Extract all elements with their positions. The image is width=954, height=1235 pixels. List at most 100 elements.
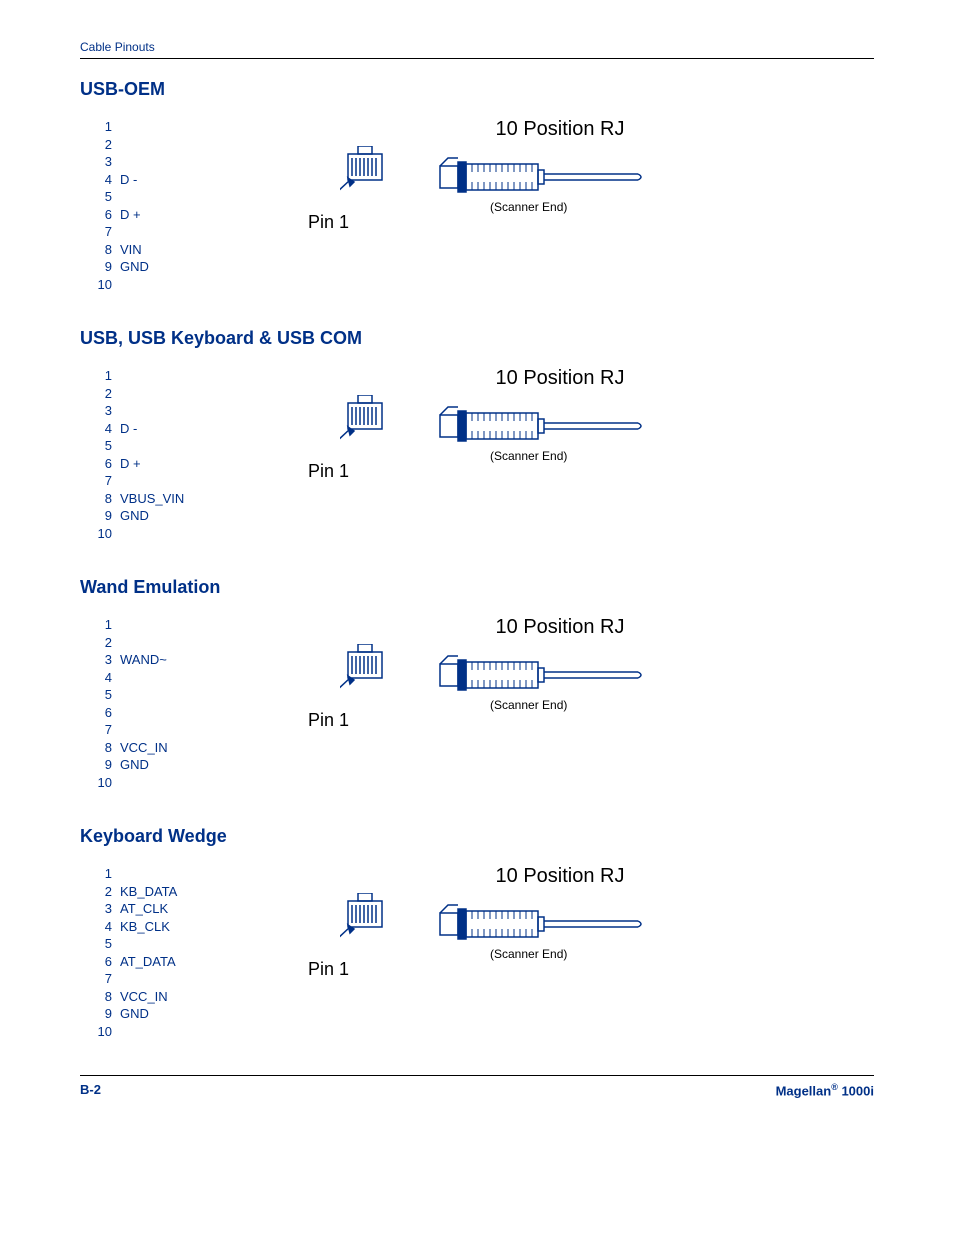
rj-plug-icon <box>340 644 400 714</box>
pinout-block: 123WAND~45678VCC_IN9GND10 10 Position RJ <box>80 616 874 796</box>
pin1-label: Pin 1 <box>308 959 349 980</box>
diagram-area: 10 Position RJ <box>210 367 874 547</box>
pin-number: 3 <box>90 900 120 918</box>
product-name: Magellan® 1000i <box>776 1082 874 1098</box>
pin-row: 3AT_CLK <box>90 900 210 918</box>
pin-number: 4 <box>90 171 120 189</box>
pin-name: D - <box>120 171 137 189</box>
pin-row: 9GND <box>90 756 210 774</box>
pin-name: GND <box>120 507 149 525</box>
scanner-end-label: (Scanner End) <box>490 200 567 214</box>
rj-jack-icon <box>438 899 658 949</box>
pin-number: 5 <box>90 188 120 206</box>
pin-row: 9GND <box>90 1005 210 1023</box>
pin-number: 10 <box>90 276 120 294</box>
pin-number: 6 <box>90 953 120 971</box>
pin-row: 4KB_CLK <box>90 918 210 936</box>
pin-row: 9GND <box>90 258 210 276</box>
pin-number: 6 <box>90 704 120 722</box>
pin-row: 10 <box>90 1023 210 1041</box>
pin-row: 2KB_DATA <box>90 883 210 901</box>
pin-row: 3WAND~ <box>90 651 210 669</box>
rj-jack-icon <box>438 650 658 700</box>
rj-plug-icon <box>340 146 400 216</box>
pin-name: VIN <box>120 241 142 259</box>
pin-name: GND <box>120 1005 149 1023</box>
pin1-label: Pin 1 <box>308 710 349 731</box>
diagram-title: 10 Position RJ <box>430 616 690 639</box>
pin-row: 6D + <box>90 455 210 473</box>
rj-plug-icon <box>340 893 400 963</box>
pin-number: 9 <box>90 756 120 774</box>
pin-row: 2 <box>90 634 210 652</box>
pin-row: 8VIN <box>90 241 210 259</box>
pin-name: WAND~ <box>120 651 167 669</box>
pin-row: 1 <box>90 616 210 634</box>
pin-number: 3 <box>90 651 120 669</box>
pin-row: 5 <box>90 188 210 206</box>
pin-row: 7 <box>90 970 210 988</box>
pin-name: VBUS_VIN <box>120 490 184 508</box>
pin-number: 7 <box>90 472 120 490</box>
pin-list: 12KB_DATA3AT_CLK4KB_CLK56AT_DATA78VCC_IN… <box>80 865 210 1040</box>
pin-number: 7 <box>90 721 120 739</box>
pin-number: 2 <box>90 634 120 652</box>
pin-row: 6 <box>90 704 210 722</box>
pin1-label: Pin 1 <box>308 212 349 233</box>
pin-number: 10 <box>90 525 120 543</box>
pin-row: 3 <box>90 402 210 420</box>
pin-name: D + <box>120 206 141 224</box>
pin-number: 2 <box>90 883 120 901</box>
pin-row: 4 <box>90 669 210 687</box>
pin-name: D + <box>120 455 141 473</box>
pin-number: 7 <box>90 223 120 241</box>
pin-number: 5 <box>90 686 120 704</box>
pin-row: 1 <box>90 367 210 385</box>
pin-row: 7 <box>90 223 210 241</box>
pin-number: 7 <box>90 970 120 988</box>
pin-row: 9GND <box>90 507 210 525</box>
pin-row: 2 <box>90 136 210 154</box>
pin-row: 8VCC_IN <box>90 988 210 1006</box>
pin-number: 6 <box>90 455 120 473</box>
pin-name: AT_CLK <box>120 900 168 918</box>
pin-row: 7 <box>90 472 210 490</box>
pin-number: 9 <box>90 258 120 276</box>
pin-list: 1234D -56D +78VIN9GND10 <box>80 118 210 293</box>
diagram-title: 10 Position RJ <box>430 367 690 390</box>
pin-number: 8 <box>90 490 120 508</box>
pin-row: 8VCC_IN <box>90 739 210 757</box>
rj-jack-icon <box>438 401 658 451</box>
pin-name: KB_DATA <box>120 883 177 901</box>
pin-number: 3 <box>90 402 120 420</box>
pin-number: 5 <box>90 437 120 455</box>
pin-name: GND <box>120 258 149 276</box>
pin-name: D - <box>120 420 137 438</box>
pin-row: 1 <box>90 118 210 136</box>
diagram-area: 10 Position RJ <box>210 616 874 796</box>
pin-number: 8 <box>90 739 120 757</box>
pin-row: 2 <box>90 385 210 403</box>
pin-row: 5 <box>90 686 210 704</box>
section-title: Keyboard Wedge <box>80 826 874 847</box>
pin-number: 1 <box>90 865 120 883</box>
pin-row: 8VBUS_VIN <box>90 490 210 508</box>
product-name-a: Magellan <box>776 1083 832 1098</box>
scanner-end-label: (Scanner End) <box>490 698 567 712</box>
pin-number: 2 <box>90 385 120 403</box>
diagram-area: 10 Position RJ <box>210 865 874 1045</box>
pin-number: 5 <box>90 935 120 953</box>
pin1-label: Pin 1 <box>308 461 349 482</box>
pin-number: 9 <box>90 507 120 525</box>
pin-row: 10 <box>90 774 210 792</box>
pin-number: 8 <box>90 988 120 1006</box>
scanner-end-label: (Scanner End) <box>490 947 567 961</box>
pin-number: 6 <box>90 206 120 224</box>
pin-number: 8 <box>90 241 120 259</box>
diagram-title: 10 Position RJ <box>430 865 690 888</box>
pin-row: 5 <box>90 935 210 953</box>
page-footer: B-2 Magellan® 1000i <box>80 1075 874 1098</box>
diagram-area: 10 Position RJ <box>210 118 874 298</box>
pin-row: 10 <box>90 525 210 543</box>
pinout-block: 12KB_DATA3AT_CLK4KB_CLK56AT_DATA78VCC_IN… <box>80 865 874 1045</box>
